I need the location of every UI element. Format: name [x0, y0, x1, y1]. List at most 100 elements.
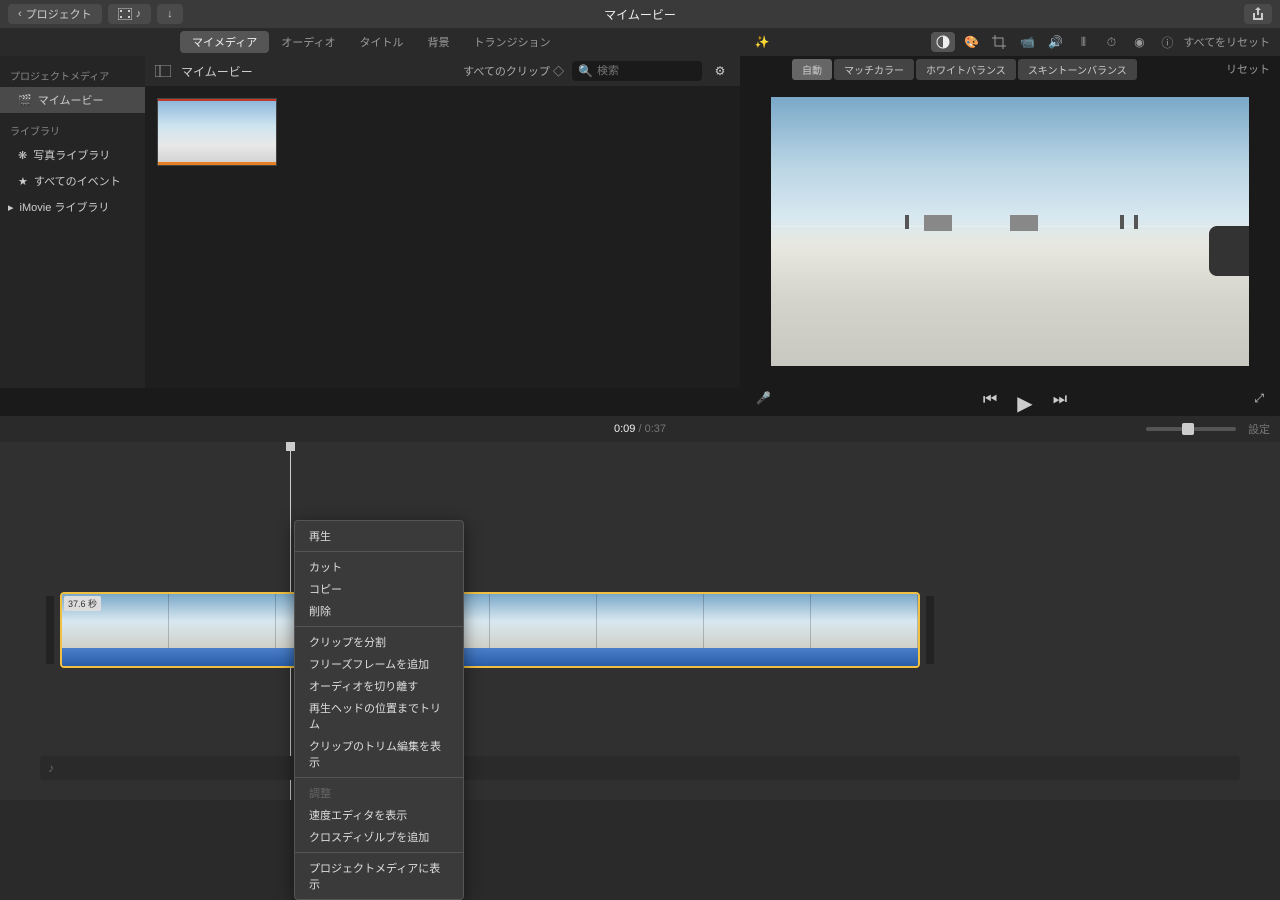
color-correction-button[interactable]: 🎨	[959, 32, 983, 52]
context-menu: 再生 カット コピー 削除 クリップを分割 フリーズフレームを追加 オーディオを…	[294, 520, 464, 900]
clip-handle-right[interactable]	[926, 596, 934, 664]
filter-label: すべてのクリップ	[463, 66, 550, 78]
zoom-slider[interactable]	[1146, 427, 1236, 431]
ctx-separator	[295, 626, 463, 627]
zoom-thumb[interactable]	[1182, 423, 1194, 435]
tab-transitions[interactable]: トランジション	[461, 31, 562, 53]
reset-all-button[interactable]: すべてをリセット	[1183, 34, 1270, 50]
media-settings-button[interactable]: ⚙	[710, 61, 730, 81]
ctx-show-trim-editor[interactable]: クリップのトリム編集を表示	[295, 735, 463, 773]
sidebar-item-label: マイムービー	[38, 92, 104, 108]
timeline-settings-button[interactable]: 設定	[1248, 421, 1270, 437]
color-tab-skin[interactable]: スキントーンバランス	[1018, 59, 1137, 80]
media-header: マイムービー すべてのクリップ ◇ 🔍 ⚙	[145, 56, 740, 86]
sidebar-item-photo-library[interactable]: ❋ 写真ライブラリ	[0, 142, 145, 168]
ctx-trim-to-playhead[interactable]: 再生ヘッドの位置までトリム	[295, 697, 463, 735]
crop-button[interactable]	[987, 32, 1011, 52]
clip-duration-badge: 37.6 秒	[64, 596, 101, 611]
sidebar-item-all-events[interactable]: ★ すべてのイベント	[0, 168, 145, 194]
play-icon: ▶	[1017, 393, 1032, 415]
import-button[interactable]: ↓	[157, 4, 183, 24]
titlebar: ‹ プロジェクト ♪ ↓ マイムービー	[0, 0, 1280, 28]
voiceover-button[interactable]: 🎤	[756, 391, 776, 405]
project-media-header: プロジェクトメディア	[0, 64, 145, 87]
viewer-panel: ✨ 🎨 📹 🔊 ⫴ ⏱ ◉ ⓘ すべてをリセット 自動 マッチカラー ホワイトバ…	[740, 28, 1280, 416]
color-balance-button[interactable]	[931, 32, 955, 52]
next-button[interactable]: ⏭	[1053, 391, 1067, 416]
noise-reduction-button[interactable]: ⫴	[1071, 32, 1095, 52]
ctx-freeze-frame[interactable]: フリーズフレームを追加	[295, 653, 463, 675]
ctx-cross-dissolve[interactable]: クロスディゾルブを追加	[295, 826, 463, 848]
updown-icon: ◇	[553, 66, 564, 78]
media-clip-thumbnail[interactable]	[157, 98, 277, 166]
clip-filter-dropdown[interactable]: すべてのクリップ ◇	[463, 63, 564, 79]
ctx-detach-audio[interactable]: オーディオを切り離す	[295, 675, 463, 697]
back-to-projects-button[interactable]: ‹ プロジェクト	[8, 4, 102, 24]
timeline-header: 0:09 / 0:37 設定	[0, 416, 1280, 442]
skip-back-icon: ⏮	[983, 391, 997, 408]
share-button[interactable]	[1244, 4, 1272, 24]
search-icon: 🔍	[578, 64, 593, 78]
color-reset-button[interactable]: リセット	[1226, 61, 1270, 77]
half-circle-icon	[936, 35, 950, 49]
timeline-clip[interactable]: 37.6 秒	[60, 592, 920, 668]
sidebar-item-imovie-library[interactable]: ▸ iMovie ライブラリ	[0, 194, 145, 220]
total-time: 0:37	[645, 423, 666, 435]
enhance-button[interactable]: ✨	[750, 32, 774, 52]
search-box[interactable]: 🔍	[572, 61, 702, 81]
clip-handle-left[interactable]	[46, 596, 54, 664]
color-tab-white[interactable]: ホワイトバランス	[916, 59, 1016, 80]
color-tab-match[interactable]: マッチカラー	[834, 59, 914, 80]
tab-audio[interactable]: オーディオ	[269, 31, 347, 53]
ctx-cut[interactable]: カット	[295, 556, 463, 578]
ctx-reveal-in-media[interactable]: プロジェクトメディアに表示	[295, 857, 463, 895]
preview-image	[771, 97, 1249, 366]
ctx-separator	[295, 852, 463, 853]
stabilization-button[interactable]: 📹	[1015, 32, 1039, 52]
back-label: プロジェクト	[26, 6, 92, 22]
ctx-play[interactable]: 再生	[295, 525, 463, 547]
music-note-icon: ♪	[136, 8, 142, 20]
media-import-button[interactable]: ♪	[108, 4, 152, 24]
ctx-speed-editor[interactable]: 速度エディタを表示	[295, 804, 463, 826]
clip-filter-button[interactable]: ◉	[1127, 32, 1151, 52]
media-title: マイムービー	[181, 63, 253, 80]
background-audio-track[interactable]: ♪	[40, 756, 1240, 780]
clip-audio-waveform[interactable]	[62, 648, 918, 666]
ctx-copy[interactable]: コピー	[295, 578, 463, 600]
media-area: マイムービー すべてのクリップ ◇ 🔍 ⚙	[145, 56, 740, 388]
viewer[interactable]	[740, 82, 1280, 380]
speed-button[interactable]: ⏱	[1099, 32, 1123, 52]
volume-button[interactable]: 🔊	[1043, 32, 1067, 52]
current-time: 0:09	[614, 423, 635, 435]
window-title: マイムービー	[604, 6, 676, 23]
search-input[interactable]	[597, 65, 697, 77]
ctx-separator	[295, 777, 463, 778]
media-browser-panel: マイメディア オーディオ タイトル 背景 トランジション プロジェクトメディア …	[0, 28, 740, 416]
info-button[interactable]: ⓘ	[1155, 32, 1179, 52]
library-sidebar: プロジェクトメディア 🎬 マイムービー ライブラリ ❋ 写真ライブラリ ★ すべ…	[0, 56, 145, 388]
sidebar-item-label: 写真ライブラリ	[33, 147, 110, 163]
tab-mymedia[interactable]: マイメディア	[180, 31, 269, 53]
sidebar-toggle-button[interactable]	[155, 65, 171, 77]
sidebar-item-mymovie[interactable]: 🎬 マイムービー	[0, 87, 145, 113]
tab-backgrounds[interactable]: 背景	[415, 31, 461, 53]
play-button[interactable]: ▶	[1017, 391, 1032, 416]
timeline[interactable]: 37.6 秒 ♪	[0, 442, 1280, 800]
ctx-delete[interactable]: 削除	[295, 600, 463, 622]
tab-titles[interactable]: タイトル	[347, 31, 415, 53]
library-header: ライブラリ	[0, 119, 145, 142]
media-grid[interactable]	[145, 86, 740, 388]
wand-icon: ✨	[755, 35, 770, 49]
sidebar-item-label: iMovie ライブラリ	[20, 199, 110, 215]
prev-button[interactable]: ⏮	[983, 391, 997, 416]
inspector-bar: ✨ 🎨 📹 🔊 ⫴ ⏱ ◉ ⓘ すべてをリセット	[740, 28, 1280, 56]
browser-tabs: マイメディア オーディオ タイトル 背景 トランジション	[0, 28, 740, 56]
clapperboard-icon: 🎬	[18, 94, 32, 107]
color-tab-auto[interactable]: 自動	[792, 59, 832, 80]
fullscreen-button[interactable]: ⤢	[1254, 391, 1264, 406]
expand-icon: ⤢	[1254, 391, 1264, 405]
overlap-icon: ◉	[1134, 35, 1144, 49]
sidebar-toggle-icon	[155, 65, 171, 77]
ctx-split-clip[interactable]: クリップを分割	[295, 631, 463, 653]
